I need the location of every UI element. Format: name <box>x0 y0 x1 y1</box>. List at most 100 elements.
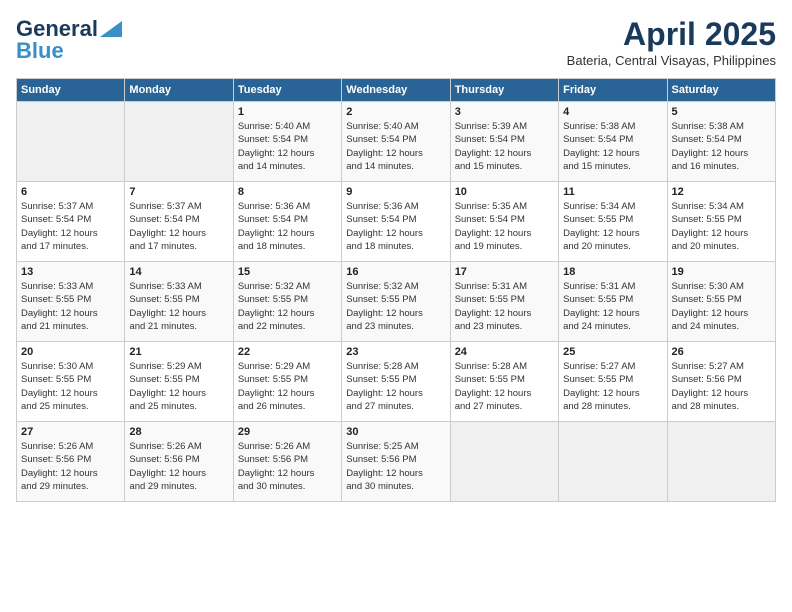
day-info: Sunrise: 5:33 AM Sunset: 5:55 PM Dayligh… <box>21 280 120 333</box>
day-number: 23 <box>346 346 445 358</box>
day-number: 2 <box>346 106 445 118</box>
day-info: Sunrise: 5:26 AM Sunset: 5:56 PM Dayligh… <box>129 440 228 493</box>
day-info: Sunrise: 5:40 AM Sunset: 5:54 PM Dayligh… <box>238 120 337 173</box>
day-number: 5 <box>672 106 771 118</box>
day-info: Sunrise: 5:31 AM Sunset: 5:55 PM Dayligh… <box>455 280 554 333</box>
day-number: 9 <box>346 186 445 198</box>
day-number: 1 <box>238 106 337 118</box>
day-info: Sunrise: 5:34 AM Sunset: 5:55 PM Dayligh… <box>672 200 771 253</box>
day-info: Sunrise: 5:26 AM Sunset: 5:56 PM Dayligh… <box>238 440 337 493</box>
calendar-day-cell: 24 Sunrise: 5:28 AM Sunset: 5:55 PM Dayli… <box>450 342 558 422</box>
calendar-day-cell: 26 Sunrise: 5:27 AM Sunset: 5:56 PM Dayli… <box>667 342 775 422</box>
day-info: Sunrise: 5:36 AM Sunset: 5:54 PM Dayligh… <box>346 200 445 253</box>
calendar-day-cell: 29 Sunrise: 5:26 AM Sunset: 5:56 PM Dayli… <box>233 422 341 502</box>
day-number: 4 <box>563 106 662 118</box>
day-number: 25 <box>563 346 662 358</box>
calendar-day-cell: 11 Sunrise: 5:34 AM Sunset: 5:55 PM Dayli… <box>559 182 667 262</box>
calendar-day-cell: 2 Sunrise: 5:40 AM Sunset: 5:54 PM Daylig… <box>342 102 450 182</box>
calendar-day-cell: 1 Sunrise: 5:40 AM Sunset: 5:54 PM Daylig… <box>233 102 341 182</box>
calendar-week-row: 13 Sunrise: 5:33 AM Sunset: 5:55 PM Dayli… <box>17 262 776 342</box>
calendar-week-row: 6 Sunrise: 5:37 AM Sunset: 5:54 PM Daylig… <box>17 182 776 262</box>
calendar-day-cell: 6 Sunrise: 5:37 AM Sunset: 5:54 PM Daylig… <box>17 182 125 262</box>
calendar-day-header: Saturday <box>667 79 775 102</box>
day-info: Sunrise: 5:32 AM Sunset: 5:55 PM Dayligh… <box>238 280 337 333</box>
calendar-day-cell: 12 Sunrise: 5:34 AM Sunset: 5:55 PM Dayli… <box>667 182 775 262</box>
calendar-day-cell: 3Sunrise: 5:39 AM Sunset: 5:54 PM Daylig… <box>450 102 558 182</box>
calendar-day-cell: 28 Sunrise: 5:26 AM Sunset: 5:56 PM Dayli… <box>125 422 233 502</box>
day-info: Sunrise: 5:37 AM Sunset: 5:54 PM Dayligh… <box>129 200 228 253</box>
calendar-day-cell <box>667 422 775 502</box>
location: Bateria, Central Visayas, Philippines <box>567 53 776 68</box>
calendar-day-cell: 7Sunrise: 5:37 AM Sunset: 5:54 PM Daylig… <box>125 182 233 262</box>
day-number: 8 <box>238 186 337 198</box>
day-number: 30 <box>346 426 445 438</box>
day-number: 19 <box>672 266 771 278</box>
calendar-day-cell: 13 Sunrise: 5:33 AM Sunset: 5:55 PM Dayli… <box>17 262 125 342</box>
calendar-day-cell: 20Sunrise: 5:30 AM Sunset: 5:55 PM Dayli… <box>17 342 125 422</box>
day-number: 24 <box>455 346 554 358</box>
calendar-day-cell: 21Sunrise: 5:29 AM Sunset: 5:55 PM Dayli… <box>125 342 233 422</box>
calendar-day-cell: 4 Sunrise: 5:38 AM Sunset: 5:54 PM Daylig… <box>559 102 667 182</box>
calendar-day-cell: 8 Sunrise: 5:36 AM Sunset: 5:54 PM Daylig… <box>233 182 341 262</box>
calendar-week-row: 1 Sunrise: 5:40 AM Sunset: 5:54 PM Daylig… <box>17 102 776 182</box>
day-number: 15 <box>238 266 337 278</box>
day-number: 12 <box>672 186 771 198</box>
day-info: Sunrise: 5:28 AM Sunset: 5:55 PM Dayligh… <box>455 360 554 413</box>
day-number: 27 <box>21 426 120 438</box>
day-number: 28 <box>129 426 228 438</box>
calendar-day-cell: 15 Sunrise: 5:32 AM Sunset: 5:55 PM Dayli… <box>233 262 341 342</box>
title-block: April 2025 Bateria, Central Visayas, Phi… <box>567 16 776 68</box>
day-number: 6 <box>21 186 120 198</box>
day-number: 10 <box>455 186 554 198</box>
calendar-body: 1 Sunrise: 5:40 AM Sunset: 5:54 PM Daylig… <box>17 102 776 502</box>
day-info: Sunrise: 5:29 AM Sunset: 5:55 PM Dayligh… <box>238 360 337 413</box>
day-info: Sunrise: 5:28 AM Sunset: 5:55 PM Dayligh… <box>346 360 445 413</box>
day-info: Sunrise: 5:35 AM Sunset: 5:54 PM Dayligh… <box>455 200 554 253</box>
day-info: Sunrise: 5:27 AM Sunset: 5:55 PM Dayligh… <box>563 360 662 413</box>
day-info: Sunrise: 5:30 AM Sunset: 5:55 PM Dayligh… <box>21 360 120 413</box>
logo-blue: Blue <box>16 38 64 64</box>
calendar-day-cell: 14Sunrise: 5:33 AM Sunset: 5:55 PM Dayli… <box>125 262 233 342</box>
month-year: April 2025 <box>567 16 776 53</box>
logo: General Blue <box>16 16 122 64</box>
day-info: Sunrise: 5:34 AM Sunset: 5:55 PM Dayligh… <box>563 200 662 253</box>
calendar-table: SundayMondayTuesdayWednesdayThursdayFrid… <box>16 78 776 502</box>
day-number: 26 <box>672 346 771 358</box>
calendar-day-header: Wednesday <box>342 79 450 102</box>
day-info: Sunrise: 5:32 AM Sunset: 5:55 PM Dayligh… <box>346 280 445 333</box>
day-info: Sunrise: 5:25 AM Sunset: 5:56 PM Dayligh… <box>346 440 445 493</box>
day-info: Sunrise: 5:36 AM Sunset: 5:54 PM Dayligh… <box>238 200 337 253</box>
calendar-day-header: Thursday <box>450 79 558 102</box>
calendar-header-row: SundayMondayTuesdayWednesdayThursdayFrid… <box>17 79 776 102</box>
day-number: 18 <box>563 266 662 278</box>
calendar-day-cell: 17Sunrise: 5:31 AM Sunset: 5:55 PM Dayli… <box>450 262 558 342</box>
day-number: 3 <box>455 106 554 118</box>
day-number: 11 <box>563 186 662 198</box>
calendar-week-row: 20Sunrise: 5:30 AM Sunset: 5:55 PM Dayli… <box>17 342 776 422</box>
calendar-day-cell <box>450 422 558 502</box>
day-info: Sunrise: 5:38 AM Sunset: 5:54 PM Dayligh… <box>563 120 662 173</box>
calendar-day-cell: 10 Sunrise: 5:35 AM Sunset: 5:54 PM Dayli… <box>450 182 558 262</box>
day-info: Sunrise: 5:37 AM Sunset: 5:54 PM Dayligh… <box>21 200 120 253</box>
day-info: Sunrise: 5:26 AM Sunset: 5:56 PM Dayligh… <box>21 440 120 493</box>
day-number: 22 <box>238 346 337 358</box>
calendar-day-cell <box>17 102 125 182</box>
calendar-day-cell <box>125 102 233 182</box>
calendar-day-cell: 22 Sunrise: 5:29 AM Sunset: 5:55 PM Dayli… <box>233 342 341 422</box>
day-number: 14 <box>129 266 228 278</box>
calendar-week-row: 27 Sunrise: 5:26 AM Sunset: 5:56 PM Dayli… <box>17 422 776 502</box>
day-info: Sunrise: 5:30 AM Sunset: 5:55 PM Dayligh… <box>672 280 771 333</box>
calendar-day-cell: 18Sunrise: 5:31 AM Sunset: 5:55 PM Dayli… <box>559 262 667 342</box>
calendar-day-cell: 30 Sunrise: 5:25 AM Sunset: 5:56 PM Dayli… <box>342 422 450 502</box>
day-info: Sunrise: 5:27 AM Sunset: 5:56 PM Dayligh… <box>672 360 771 413</box>
day-number: 16 <box>346 266 445 278</box>
calendar-day-cell: 27 Sunrise: 5:26 AM Sunset: 5:56 PM Dayli… <box>17 422 125 502</box>
day-info: Sunrise: 5:40 AM Sunset: 5:54 PM Dayligh… <box>346 120 445 173</box>
day-info: Sunrise: 5:38 AM Sunset: 5:54 PM Dayligh… <box>672 120 771 173</box>
calendar-day-header: Monday <box>125 79 233 102</box>
day-number: 21 <box>129 346 228 358</box>
day-number: 29 <box>238 426 337 438</box>
page-header: General Blue April 2025 Bateria, Central… <box>16 16 776 68</box>
day-number: 13 <box>21 266 120 278</box>
calendar-day-header: Friday <box>559 79 667 102</box>
